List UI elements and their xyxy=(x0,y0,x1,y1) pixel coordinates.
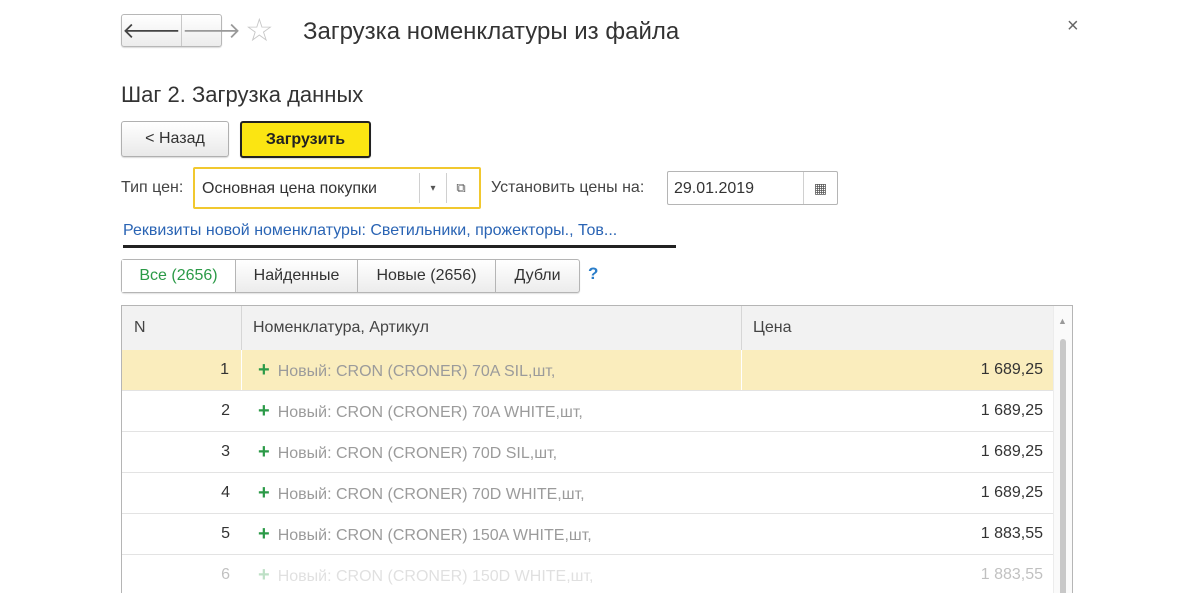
window-title: Загрузка номенклатуры из файла xyxy=(303,18,680,45)
requisites-link[interactable]: Реквизиты новой номенклатуры: Светильник… xyxy=(123,222,617,240)
row-price: 1 883,55 xyxy=(980,525,1043,542)
filter-bar: Все (2656) Найденные Новые (2656) Дубли xyxy=(121,259,580,293)
link-underline-marker xyxy=(123,245,676,248)
plus-icon: + xyxy=(258,523,270,545)
set-prices-label: Установить цены на: xyxy=(491,179,645,196)
back-arrow-icon[interactable]: 🡐 xyxy=(122,15,182,46)
scroll-up-icon[interactable]: ▲ xyxy=(1058,316,1067,326)
table-row[interactable]: 3 + Новый: CRON (CRONER) 70D SIL,шт, 1 68… xyxy=(122,432,1053,473)
row-name-cell: + Новый: CRON (CRONER) 70A SIL,шт, xyxy=(242,350,742,390)
scrollbar-thumb[interactable] xyxy=(1060,339,1066,593)
row-name-cell: + Новый: CRON (CRONER) 70D WHITE,шт, xyxy=(242,473,742,513)
filter-new[interactable]: Новые (2656) xyxy=(358,260,496,292)
row-number: 1 xyxy=(122,350,242,390)
favorite-star-icon[interactable]: ☆ xyxy=(245,14,274,46)
filter-duplicates[interactable]: Дубли xyxy=(496,260,579,292)
row-price: 1 689,25 xyxy=(980,443,1043,460)
table-row[interactable]: 2 + Новый: CRON (CRONER) 70A WHITE,шт, 1 … xyxy=(122,391,1053,432)
table-row[interactable]: 5 + Новый: CRON (CRONER) 150A WHITE,шт, 1… xyxy=(122,514,1053,555)
row-name: Новый: CRON (CRONER) 70D WHITE,шт, xyxy=(277,486,585,503)
row-name: Новый: CRON (CRONER) 70A SIL,шт, xyxy=(277,363,556,380)
plus-icon: + xyxy=(258,482,270,504)
filter-all[interactable]: Все (2656) xyxy=(122,260,236,292)
table-body: 1 + Новый: CRON (CRONER) 70A SIL,шт, 1 68… xyxy=(122,350,1053,593)
row-price: 1 883,55 xyxy=(980,566,1043,583)
date-field[interactable]: 29.01.2019 ▦ xyxy=(667,171,838,205)
filter-found[interactable]: Найденные xyxy=(236,260,358,292)
column-header-n[interactable]: N xyxy=(122,306,242,350)
back-button[interactable]: < Назад xyxy=(121,121,229,157)
row-number: 4 xyxy=(221,484,230,501)
help-icon[interactable]: ? xyxy=(588,264,598,284)
row-number: 2 xyxy=(221,402,230,419)
step-title: Шаг 2. Загрузка данных xyxy=(121,82,364,107)
row-number: 3 xyxy=(221,443,230,460)
table-row[interactable]: 4 + Новый: CRON (CRONER) 70D WHITE,шт, 1 … xyxy=(122,473,1053,514)
close-icon[interactable]: × xyxy=(1067,16,1079,36)
load-button[interactable]: Загрузить xyxy=(240,121,371,158)
row-price: 1 689,25 xyxy=(980,402,1043,419)
chevron-down-icon[interactable]: ▾ xyxy=(419,173,446,203)
table-header: N Номенклатура, Артикул Цена xyxy=(122,306,1053,351)
row-name-cell: + Новый: CRON (CRONER) 70A WHITE,шт, xyxy=(242,391,742,431)
navigation-buttons: 🡐 🡒 xyxy=(121,14,241,47)
calendar-icon[interactable]: ▦ xyxy=(803,172,837,204)
row-name: Новый: CRON (CRONER) 150D WHITE,шт, xyxy=(277,568,594,585)
plus-icon: + xyxy=(258,441,270,463)
column-header-name[interactable]: Номенклатура, Артикул xyxy=(242,306,742,350)
price-type-label: Тип цен: xyxy=(121,179,184,196)
row-price: 1 689,25 xyxy=(980,361,1043,378)
row-number: 5 xyxy=(221,525,230,542)
price-type-select[interactable]: Основная цена покупки ▾ ⧉ xyxy=(193,167,481,209)
row-name-cell: + Новый: CRON (CRONER) 150D WHITE,шт, xyxy=(242,555,742,593)
price-type-value[interactable]: Основная цена покупки xyxy=(202,180,377,198)
column-header-price[interactable]: Цена xyxy=(742,306,1053,350)
row-name-cell: + Новый: CRON (CRONER) 150A WHITE,шт, xyxy=(242,514,742,554)
plus-icon: + xyxy=(258,564,270,586)
open-form-icon[interactable]: ⧉ xyxy=(446,173,475,203)
items-table: N Номенклатура, Артикул Цена 1 + Новый: C… xyxy=(121,305,1073,593)
date-value[interactable]: 29.01.2019 xyxy=(674,180,754,198)
table-row[interactable]: 6 + Новый: CRON (CRONER) 150D WHITE,шт, 1… xyxy=(122,555,1053,593)
row-name: Новый: CRON (CRONER) 150A WHITE,шт, xyxy=(277,527,592,544)
row-price: 1 689,25 xyxy=(980,484,1043,501)
plus-icon: + xyxy=(258,400,270,422)
table-scrollbar[interactable]: ▲ xyxy=(1053,306,1072,593)
row-number: 6 xyxy=(221,566,230,583)
plus-icon: + xyxy=(258,359,270,381)
table-row[interactable]: 1 + Новый: CRON (CRONER) 70A SIL,шт, 1 68… xyxy=(122,350,1053,391)
forward-arrow-icon[interactable]: 🡒 xyxy=(182,15,241,46)
row-name: Новый: CRON (CRONER) 70A WHITE,шт, xyxy=(277,404,583,421)
row-name-cell: + Новый: CRON (CRONER) 70D SIL,шт, xyxy=(242,432,742,472)
row-name: Новый: CRON (CRONER) 70D SIL,шт, xyxy=(277,445,558,462)
